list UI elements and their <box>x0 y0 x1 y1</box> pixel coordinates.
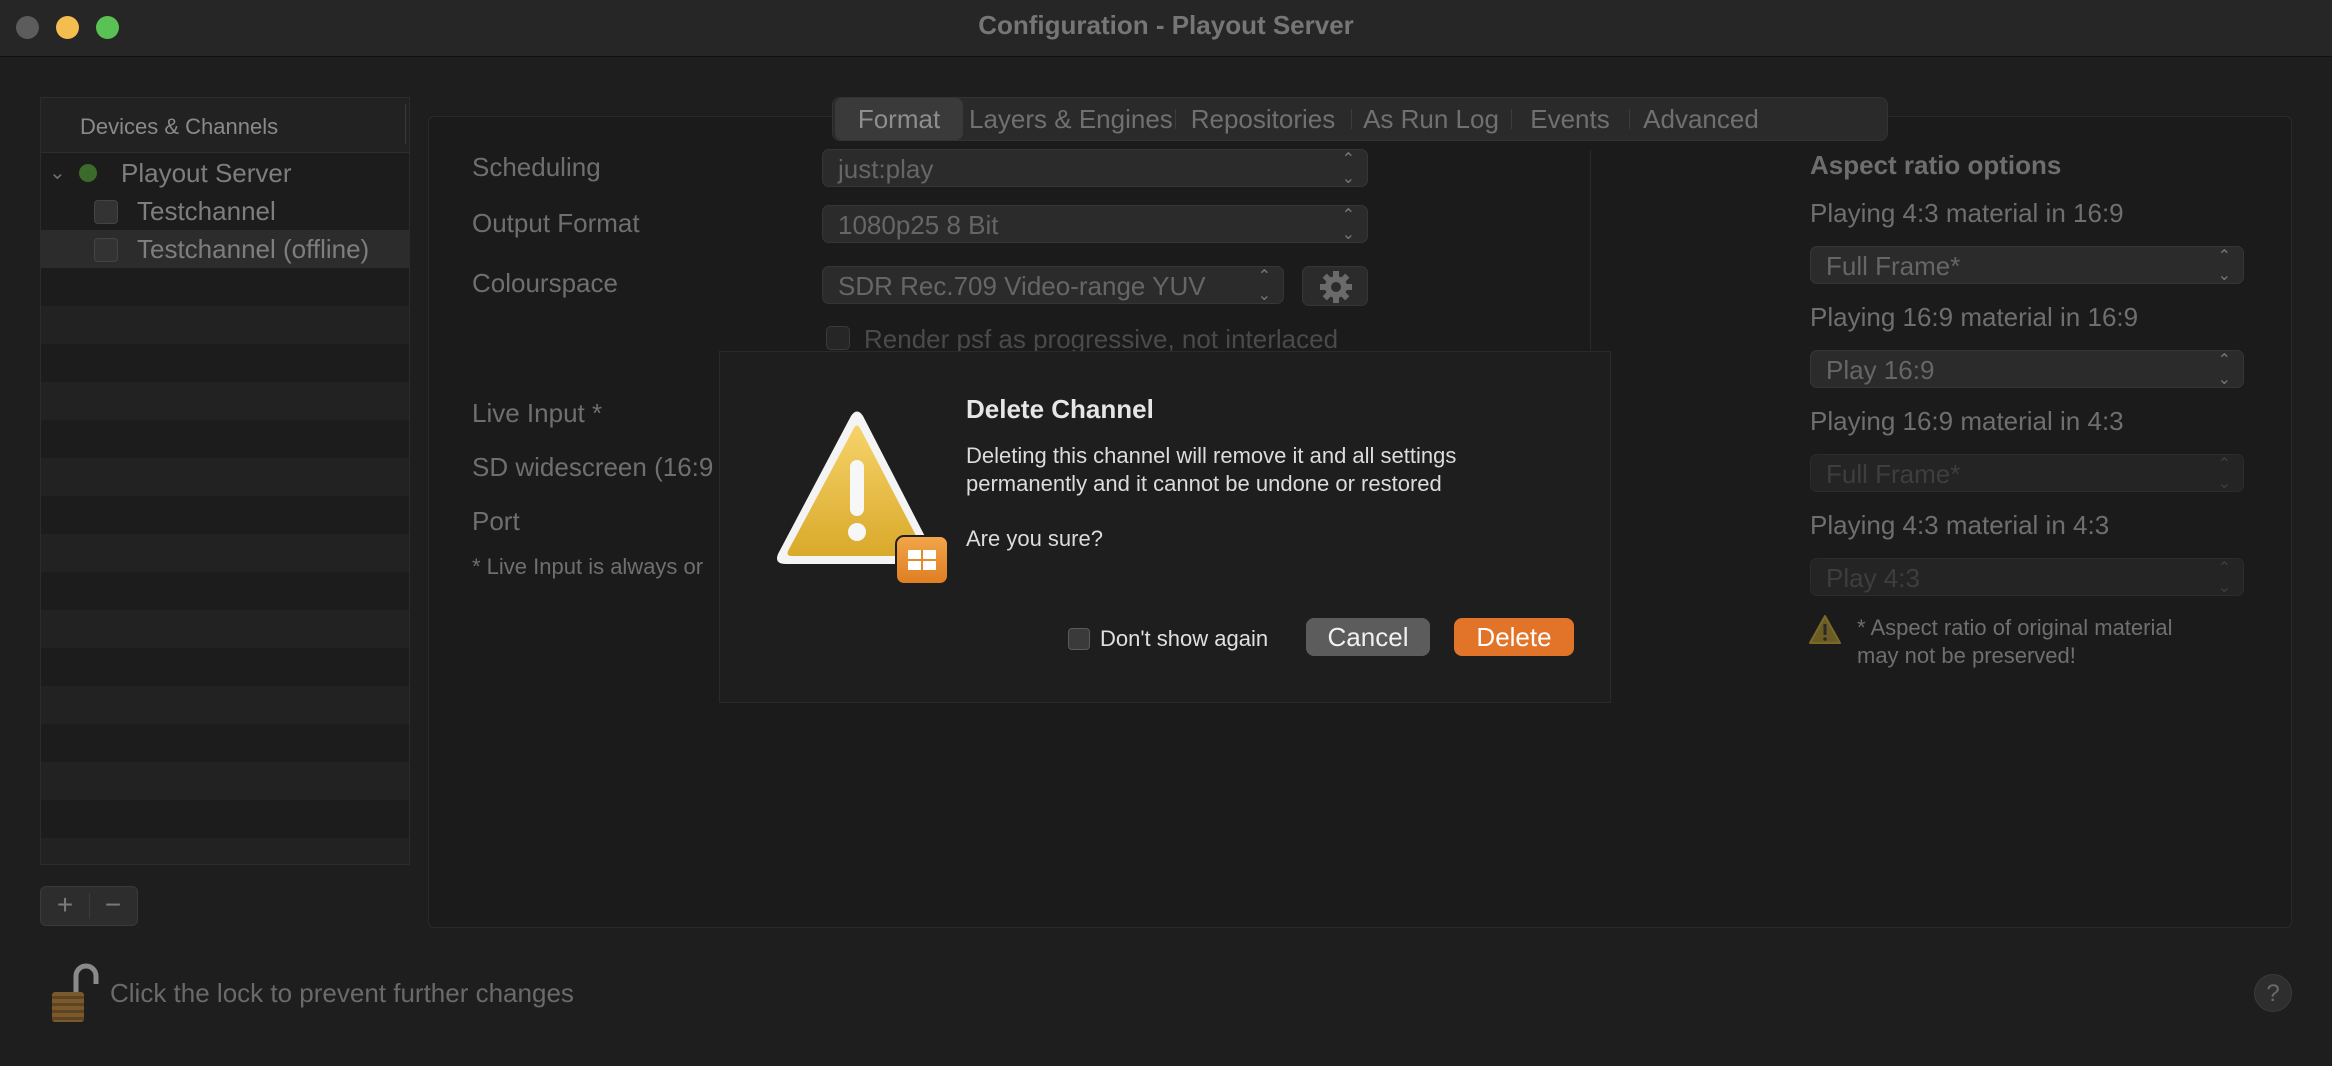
add-remove-control: + − <box>40 886 138 926</box>
title-bar: Configuration - Playout Server <box>0 0 2332 57</box>
sidebar-item-label: Testchannel <box>137 196 276 226</box>
empty-row <box>41 382 409 420</box>
divider <box>1175 109 1176 129</box>
chevron-down-icon[interactable]: ⌄ <box>49 160 66 185</box>
tab-layers-engines[interactable]: Layers & Engines <box>969 98 1173 140</box>
warning-icon <box>777 411 949 585</box>
ar-value: Full Frame* <box>1826 459 1961 489</box>
chevron-up-down-icon: ⌃ ⌄ <box>1257 268 1271 304</box>
scheduling-label: Scheduling <box>472 152 601 182</box>
dont-show-again-label[interactable]: Don't show again <box>1100 626 1268 652</box>
chevron-up-down-icon: ⌃ ⌄ <box>1341 207 1355 243</box>
divider <box>1590 150 1591 350</box>
dont-show-again-checkbox[interactable] <box>1068 628 1090 650</box>
cancel-button[interactable]: Cancel <box>1306 618 1430 656</box>
sd-widescreen-label: SD widescreen (16:9 <box>472 452 714 482</box>
unlocked-padlock-icon[interactable] <box>48 962 100 1026</box>
delete-button[interactable]: Delete <box>1454 618 1574 656</box>
gear-icon <box>1320 271 1352 303</box>
tab-repositories[interactable]: Repositories <box>1179 98 1347 140</box>
tab-advanced[interactable]: Advanced <box>1633 98 1769 140</box>
ar-label-43-in-43: Playing 4:3 material in 4:3 <box>1810 510 2110 540</box>
sidebar-item-testchannel-offline[interactable]: Testchannel (offline) <box>41 230 409 268</box>
remove-channel-button[interactable]: − <box>89 887 137 925</box>
tab-as-run-log[interactable]: As Run Log <box>1355 98 1507 140</box>
warning-icon <box>1809 615 1841 644</box>
live-input-label: Live Input * <box>472 398 603 428</box>
ar-label-43-in-169: Playing 4:3 material in 16:9 <box>1810 198 2124 228</box>
empty-row <box>41 610 409 648</box>
aspect-ratio-title: Aspect ratio options <box>1810 150 2062 180</box>
colourspace-popup[interactable]: SDR Rec.709 Video-range YUV ⌃ ⌄ <box>822 266 1284 304</box>
sidebar-header: Devices & Channels <box>41 98 409 153</box>
ar-label-169-in-43: Playing 16:9 material in 4:3 <box>1810 406 2124 436</box>
aspect-ratio-note: * Aspect ratio of original material may … <box>1857 614 2173 670</box>
tab-format[interactable]: Format <box>835 98 963 140</box>
empty-row <box>41 306 409 344</box>
chevron-up-down-icon: ⌃ ⌄ <box>2217 248 2231 284</box>
dialog-message-line: permanently and it cannot be undone or r… <box>966 471 1442 496</box>
divider <box>1351 109 1352 129</box>
scheduling-value: just:play <box>838 154 934 184</box>
lock-status-text: Click the lock to prevent further change… <box>110 978 574 1008</box>
output-format-popup[interactable]: 1080p25 8 Bit ⌃ ⌄ <box>822 205 1368 243</box>
ar-value: Play 4:3 <box>1826 563 1920 593</box>
sidebar-item-testchannel[interactable]: Testchannel <box>41 192 409 230</box>
colourspace-settings-button[interactable] <box>1302 266 1368 306</box>
empty-row <box>41 534 409 572</box>
colourspace-value: SDR Rec.709 Video-range YUV <box>838 271 1206 301</box>
live-input-note: * Live Input is always or <box>472 554 704 579</box>
delete-channel-dialog: Delete Channel Deleting this channel wil… <box>720 352 1610 702</box>
ar-popup-43-in-43: Play 4:3 ⌃ ⌄ <box>1810 558 2244 596</box>
scheduling-popup[interactable]: just:play ⌃ ⌄ <box>822 149 1368 187</box>
tab-events[interactable]: Events <box>1515 98 1625 140</box>
dialog-question: Are you sure? <box>966 526 1103 551</box>
note-line: may not be preserved! <box>1857 643 2076 668</box>
ar-value: Full Frame* <box>1826 251 1961 281</box>
ar-popup-169-in-43: Full Frame* ⌃ ⌄ <box>1810 454 2244 492</box>
devices-sidebar: Devices & Channels ⌄ Playout Server Test… <box>40 97 410 865</box>
help-button[interactable]: ? <box>2254 974 2292 1012</box>
output-format-value: 1080p25 8 Bit <box>838 210 999 240</box>
note-line: * Aspect ratio of original material <box>1857 615 2173 640</box>
chevron-up-down-icon: ⌃ ⌄ <box>2217 352 2231 388</box>
render-psf-label: Render psf as progressive, not interlace… <box>864 324 1339 354</box>
empty-row <box>41 458 409 496</box>
empty-row <box>41 686 409 724</box>
empty-row <box>41 838 409 864</box>
output-format-label: Output Format <box>472 208 640 238</box>
window-title: Configuration - Playout Server <box>978 10 1354 40</box>
empty-row <box>41 762 409 800</box>
sidebar-item-label: Playout Server <box>121 158 292 188</box>
status-dot-icon <box>79 164 97 182</box>
tab-bar: Format Layers & Engines Repositories As … <box>832 97 1888 141</box>
divider <box>1629 109 1630 129</box>
ar-label-169-in-169: Playing 16:9 material in 16:9 <box>1810 302 2139 332</box>
render-psf-checkbox[interactable] <box>826 326 850 350</box>
ar-value: Play 16:9 <box>1826 355 1935 385</box>
chevron-up-down-icon: ⌃ ⌄ <box>2217 456 2231 492</box>
divider <box>1511 109 1512 129</box>
colourspace-label: Colourspace <box>472 268 618 298</box>
ar-popup-43-in-169[interactable]: Full Frame* ⌃ ⌄ <box>1810 246 2244 284</box>
add-channel-button[interactable]: + <box>41 887 89 925</box>
dialog-message: Deleting this channel will remove it and… <box>966 442 1456 498</box>
column-divider[interactable] <box>405 104 406 144</box>
chevron-up-down-icon: ⌃ ⌄ <box>1341 151 1355 187</box>
channel-icon <box>94 200 118 224</box>
dialog-title: Delete Channel <box>966 394 1154 424</box>
channel-icon <box>94 238 118 262</box>
port-label: Port <box>472 506 520 536</box>
chevron-up-down-icon: ⌃ ⌄ <box>2217 560 2231 596</box>
dialog-message-line: Deleting this channel will remove it and… <box>966 443 1457 468</box>
sidebar-header-label: Devices & Channels <box>80 114 279 139</box>
sidebar-item-label: Testchannel (offline) <box>137 234 370 264</box>
ar-popup-169-in-169[interactable]: Play 16:9 ⌃ ⌄ <box>1810 350 2244 388</box>
sidebar-item-playout-server[interactable]: ⌄ Playout Server <box>41 154 409 192</box>
